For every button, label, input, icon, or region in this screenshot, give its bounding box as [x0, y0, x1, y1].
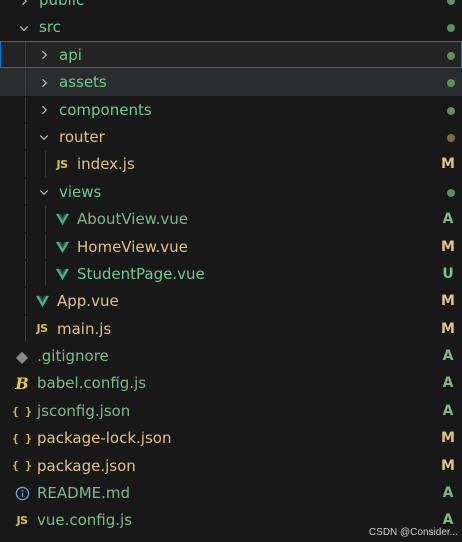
git-status-badge: M	[441, 320, 455, 337]
git-status-dot	[447, 0, 455, 5]
indent-guide	[25, 315, 26, 342]
tree-item-label: jsconfig.json	[37, 401, 131, 420]
tree-item-label: api	[59, 45, 82, 64]
tree-item-label: index.js	[77, 155, 135, 174]
tree-file-app-vue[interactable]: App.vue M	[0, 287, 462, 314]
tree-file-readme-md[interactable]: README.md A	[0, 479, 462, 506]
git-status-badge: M	[441, 457, 455, 474]
indent-guide	[25, 260, 26, 287]
git-status-badge: M	[441, 238, 455, 255]
indent-guide	[25, 96, 26, 122]
indent-guide	[45, 260, 46, 287]
tree-item-label: views	[59, 182, 102, 201]
git-status-badge: M	[441, 293, 455, 310]
js-file-icon: JS	[56, 158, 68, 172]
js-file-icon: JS	[36, 322, 48, 336]
tree-item-label: public	[39, 0, 85, 9]
git-status-dot	[447, 106, 455, 115]
indent-guide	[25, 151, 26, 177]
git-status-dot	[447, 188, 455, 197]
tree-item-label: babel.config.js	[37, 374, 147, 393]
tree-folder-assets[interactable]: assets	[0, 68, 462, 96]
tree-item-label: package.json	[37, 456, 136, 475]
info-file-icon	[13, 480, 31, 507]
tree-folder-views[interactable]: views	[0, 178, 462, 205]
tree-item-label: assets	[59, 73, 107, 92]
chevron-right-icon[interactable]	[37, 97, 51, 124]
git-status-badge: A	[442, 348, 454, 365]
tree-item-label: HomeView.vue	[77, 237, 188, 256]
indent-guide	[45, 233, 46, 259]
indent-guide	[25, 178, 26, 205]
chevron-right-icon[interactable]	[37, 42, 51, 69]
explorer-panel: { "colors": { "untracked": "#73c991", "a…	[0, 0, 462, 542]
tree-file-aboutview-vue[interactable]: AboutView.vue A	[0, 205, 462, 232]
indent-guide	[45, 151, 46, 177]
indent-guide	[25, 41, 26, 68]
chevron-right-icon[interactable]	[17, 0, 31, 14]
git-status-dot	[447, 51, 455, 60]
tree-file-package-lock-json[interactable]: { } package-lock.json M	[0, 424, 462, 451]
tree-item-label: .gitignore	[37, 347, 109, 366]
tree-folder-router[interactable]: router	[0, 123, 462, 150]
json-file-icon: { }	[12, 432, 32, 446]
tree-file-package-json[interactable]: { } package.json M	[0, 452, 462, 479]
indent-guide	[25, 69, 26, 95]
json-file-icon: { }	[12, 404, 32, 418]
tree-folder-components[interactable]: components	[0, 96, 462, 123]
babel-file-icon: B	[15, 374, 29, 394]
indent-guide	[25, 288, 26, 314]
tree-item-label: components	[59, 100, 152, 119]
vue-file-icon	[53, 234, 71, 261]
git-status-dot	[447, 24, 455, 33]
tree-file-index-js[interactable]: JS index.js M	[0, 150, 462, 177]
vue-file-icon	[53, 261, 71, 288]
git-status-badge: M	[441, 156, 455, 173]
indent-guide	[25, 233, 26, 259]
tree-item-label: main.js	[57, 319, 112, 338]
tree-folder-src[interactable]: src	[0, 13, 462, 40]
tree-item-label: StudentPage.vue	[77, 264, 205, 283]
tree-file-homeview-vue[interactable]: HomeView.vue M	[0, 233, 462, 260]
git-status-badge: A	[442, 375, 454, 392]
chevron-down-icon[interactable]	[37, 179, 51, 206]
tree-file-babel-config-js[interactable]: Bbabel.config.js A	[0, 369, 462, 396]
chevron-right-icon[interactable]	[37, 69, 51, 96]
vue-file-icon	[33, 288, 51, 315]
tree-file-jsconfig-json[interactable]: { } jsconfig.json A	[0, 397, 462, 424]
git-status-badge: A	[442, 211, 454, 228]
tree-item-label: src	[39, 18, 61, 37]
git-file-icon: ◆	[15, 346, 29, 366]
git-status-badge: A	[442, 485, 454, 502]
git-status-badge: M	[441, 430, 455, 447]
tree-item-label: package-lock.json	[37, 429, 172, 448]
chevron-down-icon[interactable]	[37, 124, 51, 151]
indent-guide	[25, 206, 26, 232]
tree-folder-api[interactable]: api	[0, 40, 462, 69]
tree-folder-public[interactable]: public	[0, 0, 462, 13]
watermark: CSDN @Consider...	[368, 527, 458, 538]
json-file-icon: { }	[12, 459, 32, 473]
tree-file-gitignore[interactable]: ◆ .gitignore A	[0, 342, 462, 369]
tree-file-studentpage-vue[interactable]: StudentPage.vue U	[0, 260, 462, 287]
chevron-down-icon[interactable]	[17, 14, 31, 41]
file-tree: public src api assets components router JS inde…	[0, 0, 462, 534]
tree-item-label: App.vue	[57, 292, 119, 311]
tree-item-label: README.md	[37, 484, 131, 503]
git-status-dot	[447, 79, 455, 88]
git-status-dot	[447, 133, 455, 142]
indent-guide	[45, 206, 46, 232]
git-status-badge: U	[442, 265, 454, 282]
tree-item-label: vue.config.js	[37, 511, 133, 530]
indent-guide	[25, 123, 26, 150]
tree-item-label: AboutView.vue	[77, 210, 188, 229]
git-status-badge: A	[442, 402, 454, 419]
vue-file-icon	[53, 206, 71, 233]
tree-file-main-js[interactable]: JS main.js M	[0, 315, 462, 342]
tree-item-label: router	[59, 127, 105, 146]
js-file-icon: JS	[16, 514, 28, 528]
